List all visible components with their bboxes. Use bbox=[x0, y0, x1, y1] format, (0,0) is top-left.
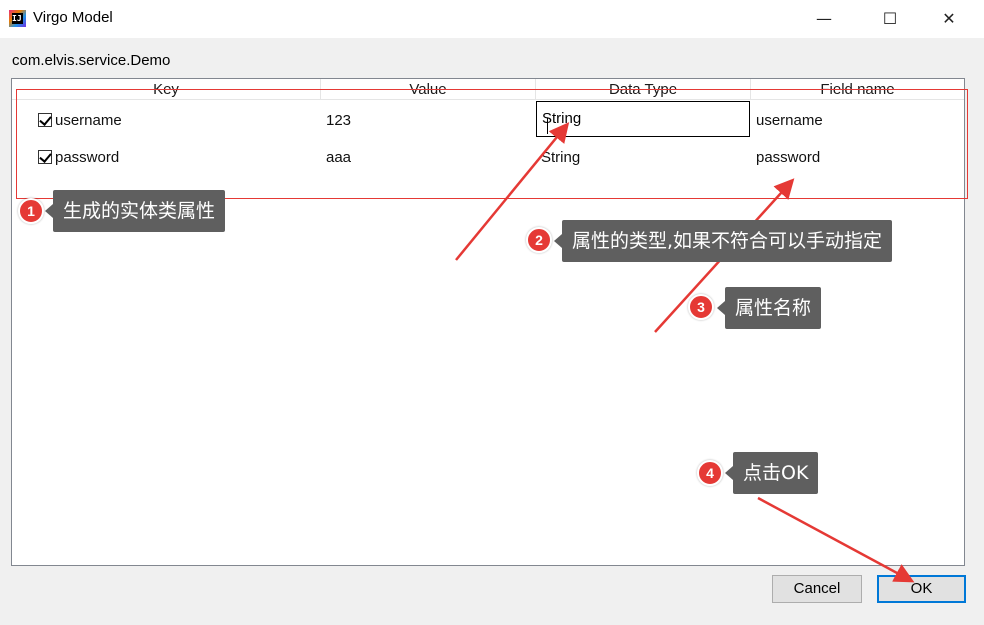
cancel-button[interactable]: Cancel bbox=[772, 575, 862, 603]
window-title: Virgo Model bbox=[33, 9, 113, 26]
annotation-badge-3: 3 bbox=[688, 294, 714, 320]
annotation-badge-4: 4 bbox=[697, 460, 723, 486]
annotation-tooltip-1: 生成的实体类属性 bbox=[44, 190, 226, 232]
close-button[interactable]: ✕ bbox=[926, 0, 972, 38]
title-bar: IJ Virgo Model — ☐ ✕ bbox=[0, 0, 984, 38]
annotation-tooltip-2: 属性的类型,如果不符合可以手动指定 bbox=[553, 220, 893, 262]
annotation-badge-2: 2 bbox=[526, 227, 552, 253]
app-icon-text: IJ bbox=[12, 13, 23, 24]
annotation-tooltip-4: 点击OK bbox=[724, 452, 819, 494]
ok-button[interactable]: OK bbox=[877, 575, 966, 603]
highlight-box bbox=[16, 89, 968, 199]
package-path-label: com.elvis.service.Demo bbox=[12, 52, 171, 69]
intellij-app-icon: IJ bbox=[9, 10, 26, 27]
minimize-button[interactable]: — bbox=[801, 0, 847, 38]
maximize-button[interactable]: ☐ bbox=[867, 0, 913, 38]
annotation-tooltip-3: 属性名称 bbox=[716, 287, 822, 329]
annotation-badge-1: 1 bbox=[18, 198, 44, 224]
